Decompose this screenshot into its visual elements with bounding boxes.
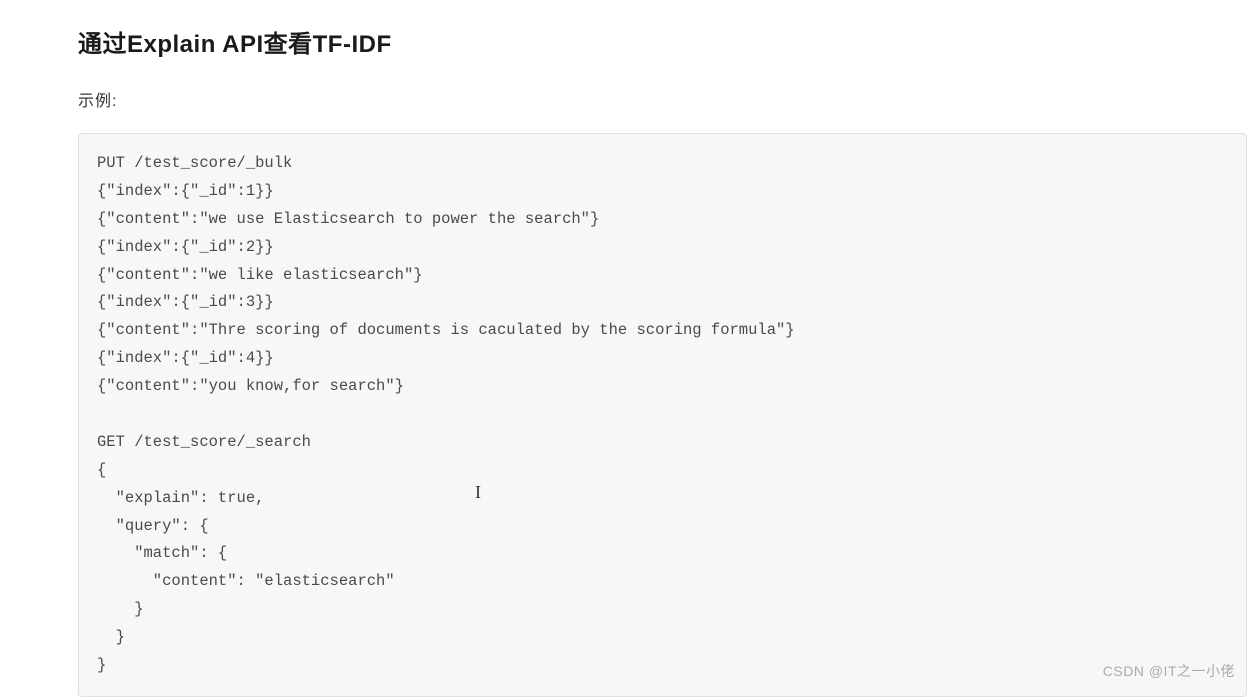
example-label: 示例: (78, 87, 1251, 111)
text-cursor-icon: I (475, 482, 481, 503)
document-content: 通过Explain API查看TF-IDF 示例: PUT /test_scor… (0, 0, 1251, 697)
watermark-text: CSDN @IT之一小佬 (1103, 661, 1235, 681)
code-block: PUT /test_score/_bulk {"index":{"_id":1}… (78, 133, 1247, 697)
section-heading: 通过Explain API查看TF-IDF (78, 24, 1251, 59)
